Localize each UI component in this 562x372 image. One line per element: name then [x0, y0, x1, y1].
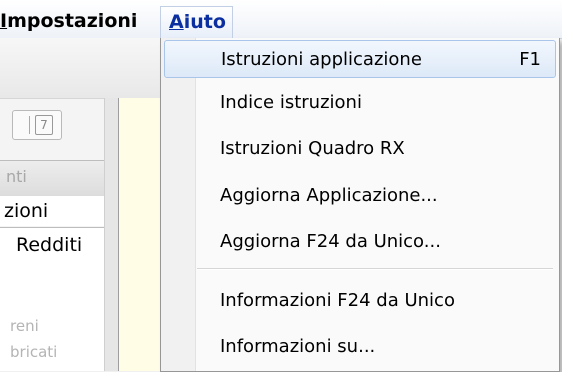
tab-inactive[interactable]: nti	[0, 160, 105, 198]
menu-separator-highlight	[197, 269, 553, 270]
menu-impostazioni-label: mpostazioni	[7, 10, 138, 32]
list-item[interactable]: bricati	[10, 343, 57, 361]
menu-item-label: Aggiorna F24 da Unico...	[220, 231, 441, 252]
menu-item-istruzioni-applicazione[interactable]: Istruzioni applicazione F1	[164, 40, 556, 78]
menu-item-label: Istruzioni applicazione	[221, 49, 422, 70]
menu-item-aggiorna-applicazione[interactable]: Aggiorna Applicazione...	[164, 177, 556, 215]
menu-item-label: Istruzioni Quadro RX	[220, 138, 405, 159]
aiuto-dropdown-menu: Istruzioni applicazione F1 Indice istruz…	[160, 38, 560, 372]
menu-item-aggiorna-f24[interactable]: Aggiorna F24 da Unico...	[164, 223, 556, 261]
menu-aiuto[interactable]: Aiuto	[160, 6, 233, 39]
list-item[interactable]: reni	[10, 317, 39, 335]
toolbar-strip	[0, 38, 160, 99]
menu-item-informazioni-su[interactable]: Informazioni su...	[164, 328, 556, 366]
section-redditi-label: Redditi	[16, 234, 83, 256]
category-list: reni bricati	[0, 267, 104, 371]
tab-active[interactable]: zioni	[0, 196, 105, 226]
menu-item-shortcut: F1	[519, 49, 541, 70]
menu-bar: Impostazioni Aiuto	[0, 0, 562, 39]
menu-item-istruzioni-quadro-rx[interactable]: Istruzioni Quadro RX	[164, 130, 556, 168]
menu-item-label: Informazioni F24 da Unico	[220, 290, 455, 311]
section-redditi[interactable]: Redditi	[0, 227, 105, 269]
tab-inactive-label: nti	[6, 167, 27, 186]
menu-aiuto-mnemonic: A	[169, 11, 184, 33]
menu-item-label: Informazioni su...	[220, 336, 376, 357]
splitter-bar[interactable]	[104, 98, 119, 371]
menu-item-indice-istruzioni[interactable]: Indice istruzioni	[164, 84, 556, 122]
toolbar-button[interactable]: 7	[12, 110, 62, 140]
menu-item-label: Indice istruzioni	[220, 92, 362, 113]
menu-impostazioni[interactable]: Impostazioni	[0, 10, 137, 32]
menu-item-informazioni-f24[interactable]: Informazioni F24 da Unico	[164, 282, 556, 320]
menu-item-label: Aggiorna Applicazione...	[220, 185, 438, 206]
tab-active-label: zioni	[4, 200, 49, 222]
content-area	[118, 98, 161, 371]
toolbar-separator	[17, 116, 30, 134]
menu-aiuto-label: iuto	[183, 11, 226, 33]
toolbar-button-glyph: 7	[35, 115, 53, 135]
